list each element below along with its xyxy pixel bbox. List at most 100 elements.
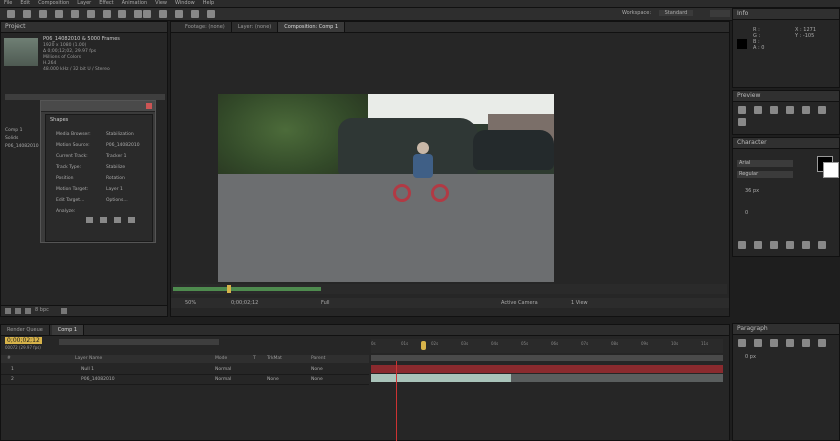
next-frame-icon[interactable] <box>785 106 794 114</box>
faux-bold-icon[interactable] <box>738 241 746 249</box>
previous-frame-icon[interactable] <box>753 106 762 114</box>
timeline-column-header[interactable]: Parent <box>311 355 325 363</box>
menu-item-view[interactable]: View <box>155 0 167 6</box>
justify-all-icon[interactable] <box>817 339 826 347</box>
viewer-timebar[interactable] <box>173 284 727 294</box>
zoom-tool-icon[interactable] <box>38 10 47 18</box>
paragraph-panel-title[interactable]: Paragraph <box>733 324 839 335</box>
menu-item-animation[interactable]: Animation <box>122 0 148 6</box>
audio-icon[interactable] <box>817 106 826 114</box>
timeline-column-header[interactable]: Mode <box>215 355 227 363</box>
play-icon[interactable] <box>769 106 778 114</box>
align-center-icon[interactable] <box>753 339 762 347</box>
timeline-layer-row[interactable]: 1 Null 1 Normal None <box>1 365 369 375</box>
dialog-row-value[interactable]: P06_14082010 <box>106 140 140 151</box>
menu-item-file[interactable]: File <box>4 0 12 6</box>
eraser-tool-icon[interactable] <box>174 10 183 18</box>
search-help-field[interactable] <box>710 10 730 17</box>
trash-icon[interactable] <box>61 308 67 314</box>
font-style-select[interactable]: Regular <box>737 171 793 178</box>
dialog-row-value[interactable]: Layer 1 <box>106 184 123 195</box>
workspace-select[interactable]: Standard <box>658 10 694 16</box>
viewer-tab[interactable]: Composition: Comp 1 <box>278 22 346 32</box>
all-caps-icon[interactable] <box>769 241 778 249</box>
timeline-layer-row[interactable]: 2 P06_14082010 Normal None None <box>1 375 369 385</box>
dialog-row-value[interactable]: Options... <box>106 195 128 206</box>
menu-item-effect[interactable]: Effect <box>99 0 113 6</box>
align-left-icon[interactable] <box>738 339 746 347</box>
tab-comp-1[interactable]: Comp 1 <box>51 325 85 335</box>
dialog-row-value[interactable]: Tracker 1 <box>106 151 127 162</box>
info-panel-title[interactable]: Info <box>733 9 839 20</box>
roto-brush-icon[interactable] <box>190 10 199 18</box>
timeline-playhead[interactable] <box>421 341 426 350</box>
stroke-color-swatch[interactable] <box>823 162 839 178</box>
project-item[interactable]: Comp 1 <box>5 127 41 135</box>
tracking-field[interactable]: 0 <box>745 210 748 216</box>
interpret-footage-icon[interactable] <box>5 308 11 314</box>
analyze-forward-icon[interactable] <box>127 217 135 223</box>
timeline-column-header[interactable]: Layer Name <box>75 355 102 363</box>
timeline-timecode[interactable]: 0;00;02;12 <box>5 337 42 344</box>
camera-tool-icon[interactable] <box>70 10 79 18</box>
new-folder-icon[interactable] <box>15 308 21 314</box>
font-select[interactable]: Arial <box>737 160 793 167</box>
character-panel-title[interactable]: Character <box>733 138 839 149</box>
faux-italic-icon[interactable] <box>753 241 762 249</box>
timeline-search-field[interactable] <box>59 339 219 345</box>
layer-bar-footage[interactable] <box>371 374 511 382</box>
project-item[interactable]: P06_14082010 <box>5 143 41 151</box>
indent-field[interactable]: 0 px <box>745 354 756 360</box>
justify-center-icon[interactable] <box>801 339 810 347</box>
last-frame-icon[interactable] <box>801 106 810 114</box>
tab-render-queue[interactable]: Render Queue <box>1 325 50 335</box>
project-item[interactable]: Solids <box>5 135 41 143</box>
resolution-select[interactable]: Full <box>321 298 330 308</box>
layer-name[interactable]: Null 1 <box>81 365 94 374</box>
time-ruler[interactable]: 0s 01s 02s 03s 04s 05s 06s 07s 08s 09s 10s 11s <box>371 339 723 353</box>
zoom-select[interactable]: 50% <box>185 298 196 308</box>
analyze-back-frame-icon[interactable] <box>99 217 107 223</box>
analyze-forward-frame-icon[interactable] <box>113 217 121 223</box>
viewer-tab[interactable]: Footage: (none) <box>179 22 232 32</box>
menu-item-composition[interactable]: Composition <box>38 0 69 6</box>
menu-item-window[interactable]: Window <box>175 0 195 6</box>
dialog-row-value[interactable]: Rotation <box>106 173 125 184</box>
pen-tool-icon[interactable] <box>118 10 127 18</box>
viewer-tab[interactable]: Layer: (none) <box>232 22 279 32</box>
subscript-icon[interactable] <box>817 241 826 249</box>
selection-tool-icon[interactable] <box>7 10 15 18</box>
small-caps-icon[interactable] <box>785 241 794 249</box>
views-select[interactable]: 1 View <box>571 298 588 308</box>
new-comp-icon[interactable] <box>25 308 31 314</box>
dialog-row-value[interactable]: Stabilization <box>106 129 134 140</box>
analyze-back-icon[interactable] <box>86 217 93 223</box>
viewer-timecode[interactable]: 0;00;02;12 <box>231 298 258 308</box>
brush-tool-icon[interactable] <box>143 10 151 18</box>
align-right-icon[interactable] <box>769 339 778 347</box>
preview-panel-title[interactable]: Preview <box>733 91 839 102</box>
project-panel-title[interactable]: Project <box>1 22 167 33</box>
puppet-pin-icon[interactable] <box>206 10 215 18</box>
superscript-icon[interactable] <box>801 241 810 249</box>
work-area-bar[interactable] <box>371 355 723 361</box>
comp-canvas[interactable] <box>218 94 554 282</box>
viewer-playhead[interactable] <box>227 285 231 293</box>
timeline-column-header[interactable]: # <box>7 355 11 363</box>
layer-bar-null[interactable] <box>371 365 723 373</box>
first-frame-icon[interactable] <box>738 106 746 114</box>
active-camera-select[interactable]: Active Camera <box>501 298 538 308</box>
pan-behind-tool-icon[interactable] <box>86 10 95 18</box>
menu-item-help[interactable]: Help <box>203 0 214 6</box>
menu-item-layer[interactable]: Layer <box>77 0 91 6</box>
rotate-tool-icon[interactable] <box>54 10 63 18</box>
hand-tool-icon[interactable] <box>22 10 31 18</box>
timeline-column-header[interactable]: T <box>253 355 256 363</box>
bpc-label[interactable]: 8 bpc <box>35 307 49 313</box>
rectangle-tool-icon[interactable] <box>102 10 111 18</box>
font-size-field[interactable]: 36 px <box>745 188 759 194</box>
layer-name[interactable]: P06_14082010 <box>81 375 115 384</box>
loop-icon[interactable] <box>738 118 746 126</box>
tracker-dialog-close-icon[interactable] <box>146 103 152 109</box>
dialog-row-value[interactable]: Stabilize <box>106 162 125 173</box>
